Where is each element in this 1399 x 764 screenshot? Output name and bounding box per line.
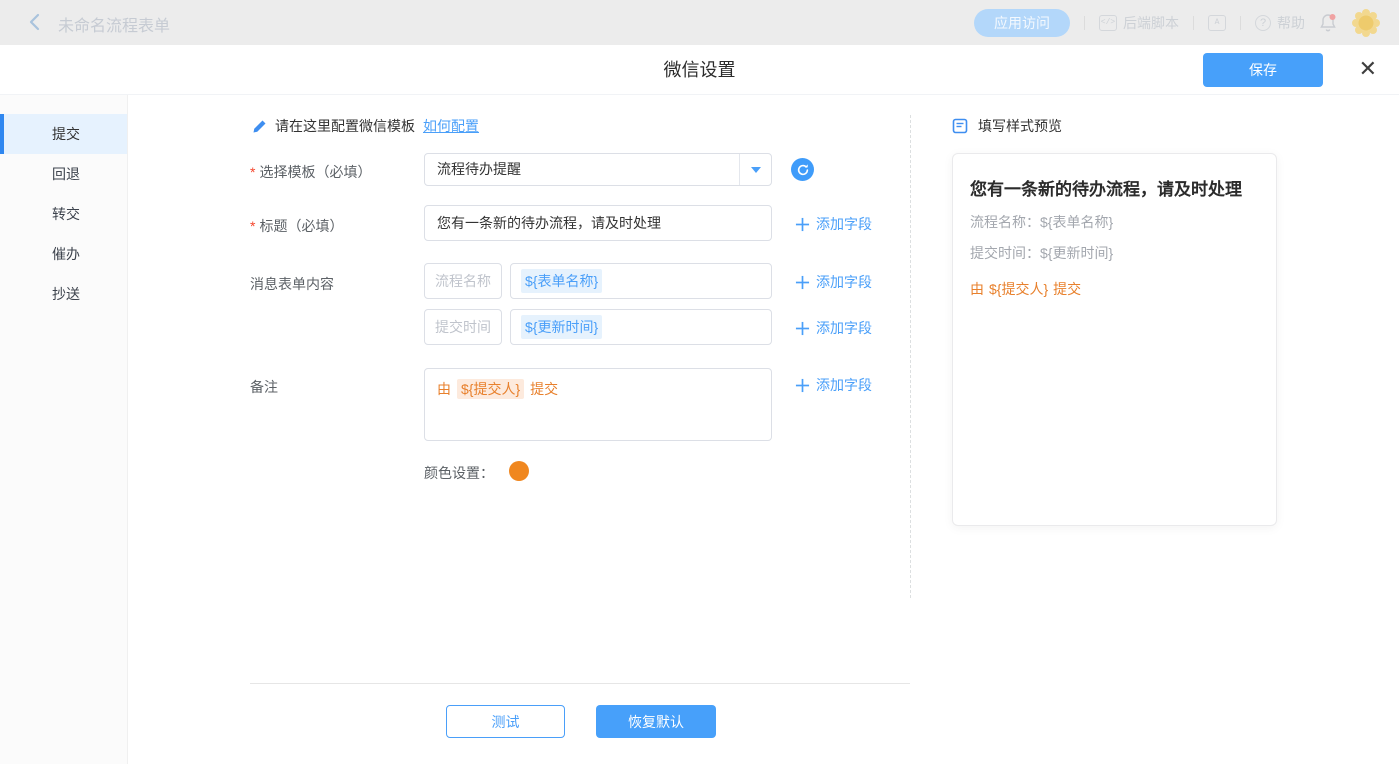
divider xyxy=(1084,16,1085,30)
pencil-icon xyxy=(252,119,267,134)
app-access-button[interactable]: 应用访问 xyxy=(974,9,1070,37)
user-avatar[interactable] xyxy=(1351,8,1381,38)
document-icon xyxy=(952,118,968,134)
sidebar-item-transfer[interactable]: 转交 xyxy=(0,194,127,234)
preview-line-2: 提交时间：${更新时间} xyxy=(970,243,1259,263)
add-field-label: 添加字段 xyxy=(816,375,872,395)
topbar: 未命名流程表单 应用访问 </> 后端脚本 A ? 帮助 xyxy=(0,0,1399,45)
preview-title: 您有一条新的待办流程，请及时处理 xyxy=(970,175,1259,200)
modal-header: 微信设置 保存 ✕ xyxy=(0,45,1399,95)
token-chip: ${表单名称} xyxy=(521,269,602,293)
title-input[interactable] xyxy=(424,205,772,241)
add-field-label: 添加字段 xyxy=(816,318,872,338)
content-value-input-1[interactable]: ${表单名称} xyxy=(510,263,772,299)
help-icon: ? xyxy=(1255,15,1271,31)
preview-footer-token: ${提交人} xyxy=(989,281,1048,297)
preview-footer-suffix: 提交 xyxy=(1053,281,1081,297)
topbar-actions: 应用访问 </> 后端脚本 A ? 帮助 xyxy=(974,0,1381,45)
select-arrow-segment[interactable] xyxy=(739,154,771,185)
template-label: 选择模板（必填） xyxy=(250,162,371,182)
template-select-value: 流程待办提醒 xyxy=(437,154,521,185)
how-to-configure-link[interactable]: 如何配置 xyxy=(423,116,479,136)
chevron-down-icon xyxy=(751,167,761,173)
remark-editor[interactable]: 由 ${提交人} 提交 xyxy=(424,368,772,441)
form-divider xyxy=(250,683,910,684)
content-key-input-1[interactable] xyxy=(424,263,502,299)
preview-header-label: 填写样式预览 xyxy=(978,116,1062,136)
code-icon: </> xyxy=(1099,15,1117,31)
backend-script-button[interactable]: </> 后端脚本 xyxy=(1099,13,1179,33)
token-chip: ${提交人} xyxy=(457,379,524,399)
config-hint-text: 请在这里配置微信模板 xyxy=(275,116,415,136)
title-label: 标题（必填） xyxy=(250,216,343,236)
add-field-link-row1[interactable]: 添加字段 xyxy=(795,271,872,293)
preview-card: 您有一条新的待办流程，请及时处理 流程名称：${表单名称} 提交时间：${更新时… xyxy=(952,153,1277,526)
vertical-dashed-divider xyxy=(910,115,911,598)
profile-card-icon[interactable]: A xyxy=(1208,15,1226,31)
sidebar-item-submit[interactable]: 提交 xyxy=(0,114,127,154)
test-button[interactable]: 测试 xyxy=(446,705,565,738)
content-key-input-2[interactable] xyxy=(424,309,502,345)
add-field-link-remark[interactable]: 添加字段 xyxy=(795,374,872,396)
add-field-label: 添加字段 xyxy=(816,272,872,292)
help-label: 帮助 xyxy=(1277,13,1305,33)
modal-title: 微信设置 xyxy=(664,45,736,95)
restore-default-button[interactable]: 恢复默认 xyxy=(596,705,716,738)
remark-label: 备注 xyxy=(250,377,278,397)
plus-icon xyxy=(795,378,810,393)
divider xyxy=(1240,16,1241,30)
sidebar: 提交 回退 转交 催办 抄送 xyxy=(0,95,128,764)
preview-footer: 由 ${提交人} 提交 xyxy=(970,279,1259,299)
help-button[interactable]: ? 帮助 xyxy=(1255,13,1305,33)
divider xyxy=(1193,16,1194,30)
refresh-templates-button[interactable] xyxy=(791,158,814,181)
add-field-link-title[interactable]: 添加字段 xyxy=(795,213,872,235)
color-swatch[interactable] xyxy=(509,461,529,481)
refresh-icon xyxy=(796,163,810,177)
page-title: 未命名流程表单 xyxy=(58,12,170,36)
content-label: 消息表单内容 xyxy=(250,274,334,294)
wechat-settings-screen: 未命名流程表单 应用访问 </> 后端脚本 A ? 帮助 xyxy=(0,0,1399,764)
close-icon[interactable]: ✕ xyxy=(1359,56,1377,82)
back-chevron-icon[interactable] xyxy=(26,13,44,31)
sidebar-item-urge[interactable]: 催办 xyxy=(0,234,127,274)
color-setting-label: 颜色设置： xyxy=(424,463,494,483)
token-chip: ${更新时间} xyxy=(521,315,602,339)
notification-bell-icon[interactable] xyxy=(1319,13,1337,33)
preview-header: 填写样式预览 xyxy=(952,116,1062,136)
preview-line-1: 流程名称：${表单名称} xyxy=(970,212,1259,232)
remark-suffix: 提交 xyxy=(530,381,558,397)
sidebar-item-cc[interactable]: 抄送 xyxy=(0,274,127,314)
remark-prefix: 由 xyxy=(437,381,451,397)
save-button[interactable]: 保存 xyxy=(1203,53,1323,87)
sidebar-item-return[interactable]: 回退 xyxy=(0,154,127,194)
content-value-input-2[interactable]: ${更新时间} xyxy=(510,309,772,345)
add-field-label: 添加字段 xyxy=(816,214,872,234)
config-hint-row: 请在这里配置微信模板 如何配置 xyxy=(252,115,479,137)
plus-icon xyxy=(795,275,810,290)
template-select[interactable]: 流程待办提醒 xyxy=(424,153,772,186)
preview-footer-prefix: 由 xyxy=(970,281,984,297)
plus-icon xyxy=(795,321,810,336)
plus-icon xyxy=(795,217,810,232)
backend-script-label: 后端脚本 xyxy=(1123,13,1179,33)
add-field-link-row2[interactable]: 添加字段 xyxy=(795,317,872,339)
